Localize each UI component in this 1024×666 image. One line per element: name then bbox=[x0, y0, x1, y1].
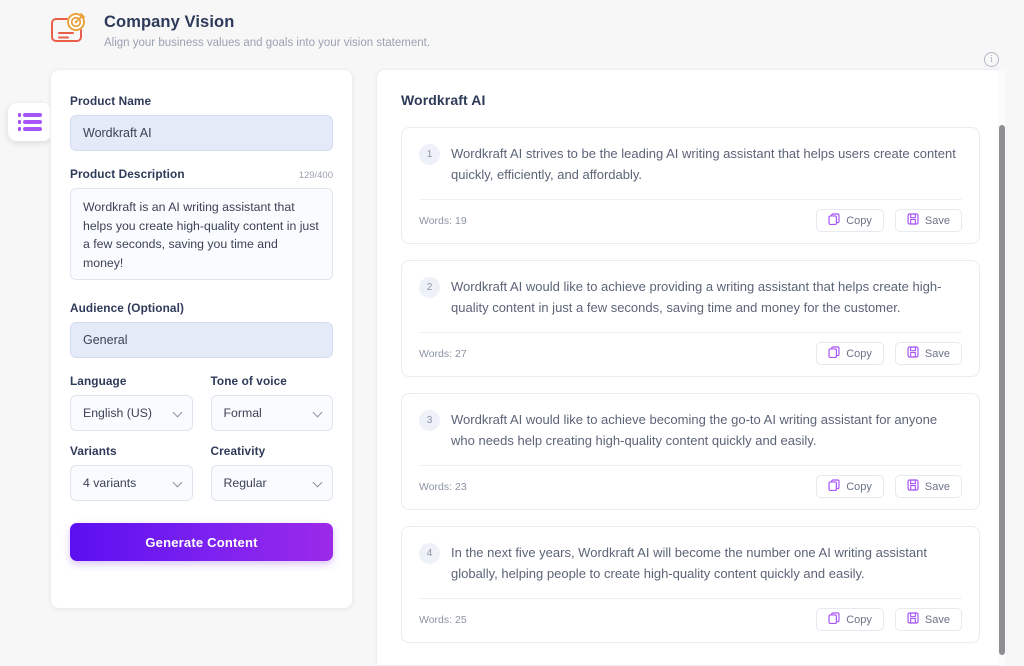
copy-icon bbox=[828, 213, 840, 228]
result-body: 3 Wordkraft AI would like to achieve beco… bbox=[419, 408, 962, 451]
language-select[interactable]: English (US) bbox=[70, 395, 193, 431]
chevron-down-icon bbox=[312, 477, 323, 488]
save-floppy-icon bbox=[907, 612, 919, 627]
tone-value: Formal bbox=[223, 406, 262, 420]
result-number-badge: 1 bbox=[419, 144, 440, 165]
result-footer: Words: 27 Copy Save bbox=[419, 333, 962, 365]
word-count-label: Words: 23 bbox=[419, 480, 467, 493]
product-name-input[interactable] bbox=[70, 115, 333, 151]
save-button-label: Save bbox=[924, 214, 950, 227]
result-body: 4 In the next five years, Wordkraft AI wi… bbox=[419, 541, 962, 584]
tone-label: Tone of voice bbox=[210, 374, 287, 388]
copy-icon bbox=[828, 346, 840, 361]
language-value: English (US) bbox=[83, 406, 153, 420]
variants-label: Variants bbox=[70, 444, 117, 458]
result-card: 1 Wordkraft AI strives to be the leading … bbox=[401, 127, 980, 244]
result-actions: Copy Save bbox=[816, 608, 962, 631]
variants-select[interactable]: 4 variants bbox=[70, 465, 193, 501]
save-floppy-icon bbox=[907, 213, 919, 228]
save-button-label: Save bbox=[924, 480, 950, 493]
result-actions: Copy Save bbox=[816, 475, 962, 498]
result-actions: Copy Save bbox=[816, 342, 962, 365]
result-number-badge: 4 bbox=[419, 543, 440, 564]
generator-form-card: Product Name Product Description 129/400… bbox=[50, 69, 353, 609]
copy-button-label: Copy bbox=[846, 347, 872, 360]
tone-select[interactable]: Formal bbox=[210, 395, 333, 431]
result-card: 4 In the next five years, Wordkraft AI wi… bbox=[401, 526, 980, 643]
copy-button-label: Copy bbox=[846, 613, 872, 626]
product-description-label: Product Description bbox=[70, 167, 185, 181]
word-count-label: Words: 27 bbox=[419, 347, 467, 360]
copy-button-label: Copy bbox=[846, 480, 872, 493]
result-number-badge: 2 bbox=[419, 277, 440, 298]
copy-button[interactable]: Copy bbox=[816, 608, 884, 631]
copy-button[interactable]: Copy bbox=[816, 209, 884, 232]
result-footer: Words: 19 Copy Save bbox=[419, 200, 962, 232]
save-floppy-icon bbox=[907, 346, 919, 361]
save-button[interactable]: Save bbox=[894, 342, 962, 365]
variants-value: 4 variants bbox=[83, 476, 137, 490]
page-title: Company Vision bbox=[104, 13, 235, 31]
copy-button[interactable]: Copy bbox=[816, 342, 884, 365]
result-number-badge: 3 bbox=[419, 410, 440, 431]
list-menu-icon bbox=[18, 113, 42, 131]
audience-input[interactable] bbox=[70, 322, 333, 358]
word-count-label: Words: 19 bbox=[419, 214, 467, 227]
page-subtitle: Align your business values and goals int… bbox=[104, 37, 431, 49]
save-button[interactable]: Save bbox=[894, 608, 962, 631]
copy-button[interactable]: Copy bbox=[816, 475, 884, 498]
chevron-down-icon bbox=[172, 407, 182, 418]
results-list: 1 Wordkraft AI strives to be the leading … bbox=[401, 127, 980, 643]
result-card: 3 Wordkraft AI would like to achieve beco… bbox=[401, 393, 980, 510]
copy-icon bbox=[828, 479, 840, 494]
page-header: Company Vision Align your business value… bbox=[48, 8, 430, 51]
info-circle-icon[interactable]: i bbox=[984, 52, 999, 67]
result-text: Wordkraft AI would like to achieve becom… bbox=[451, 412, 938, 448]
creativity-value: Regular bbox=[223, 476, 267, 490]
creativity-select[interactable]: Regular bbox=[210, 465, 333, 501]
results-title: Wordkraft AI bbox=[401, 92, 486, 108]
product-description-textarea[interactable] bbox=[70, 188, 333, 280]
description-char-count: 129/400 bbox=[298, 170, 333, 181]
result-footer: Words: 23 Copy Save bbox=[419, 466, 962, 498]
result-footer: Words: 25 Copy Save bbox=[419, 599, 962, 631]
chevron-down-icon bbox=[172, 477, 182, 488]
sidebar-toggle-button[interactable] bbox=[8, 103, 52, 141]
save-button-label: Save bbox=[924, 347, 950, 360]
copy-button-label: Copy bbox=[846, 214, 872, 227]
result-text: In the next five years, Wordkraft AI wil… bbox=[451, 545, 927, 581]
product-name-label: Product Name bbox=[70, 94, 152, 108]
generate-content-button[interactable]: Generate Content bbox=[70, 523, 333, 561]
save-button-label: Save bbox=[924, 613, 950, 626]
chevron-down-icon bbox=[312, 407, 323, 418]
result-body: 1 Wordkraft AI strives to be the leading … bbox=[419, 142, 962, 185]
language-label: Language bbox=[70, 374, 127, 388]
header-text-group: Company Vision Align your business value… bbox=[104, 8, 430, 51]
save-button[interactable]: Save bbox=[894, 209, 962, 232]
result-body: 2 Wordkraft AI would like to achieve prov… bbox=[419, 275, 962, 318]
word-count-label: Words: 25 bbox=[419, 613, 467, 626]
copy-icon bbox=[828, 612, 840, 627]
result-actions: Copy Save bbox=[816, 209, 962, 232]
results-scrollbar-thumb[interactable] bbox=[999, 125, 1005, 655]
audience-label: Audience (Optional) bbox=[70, 301, 184, 315]
vision-target-icon bbox=[48, 8, 90, 50]
save-floppy-icon bbox=[907, 479, 919, 494]
result-text: Wordkraft AI strives to be the leading A… bbox=[451, 146, 956, 182]
results-panel: Wordkraft AI 1 Wordkraft AI strives to be… bbox=[376, 69, 1005, 666]
creativity-label: Creativity bbox=[210, 444, 266, 458]
result-text: Wordkraft AI would like to achieve provi… bbox=[451, 279, 942, 315]
save-button[interactable]: Save bbox=[894, 475, 962, 498]
result-card: 2 Wordkraft AI would like to achieve prov… bbox=[401, 260, 980, 377]
